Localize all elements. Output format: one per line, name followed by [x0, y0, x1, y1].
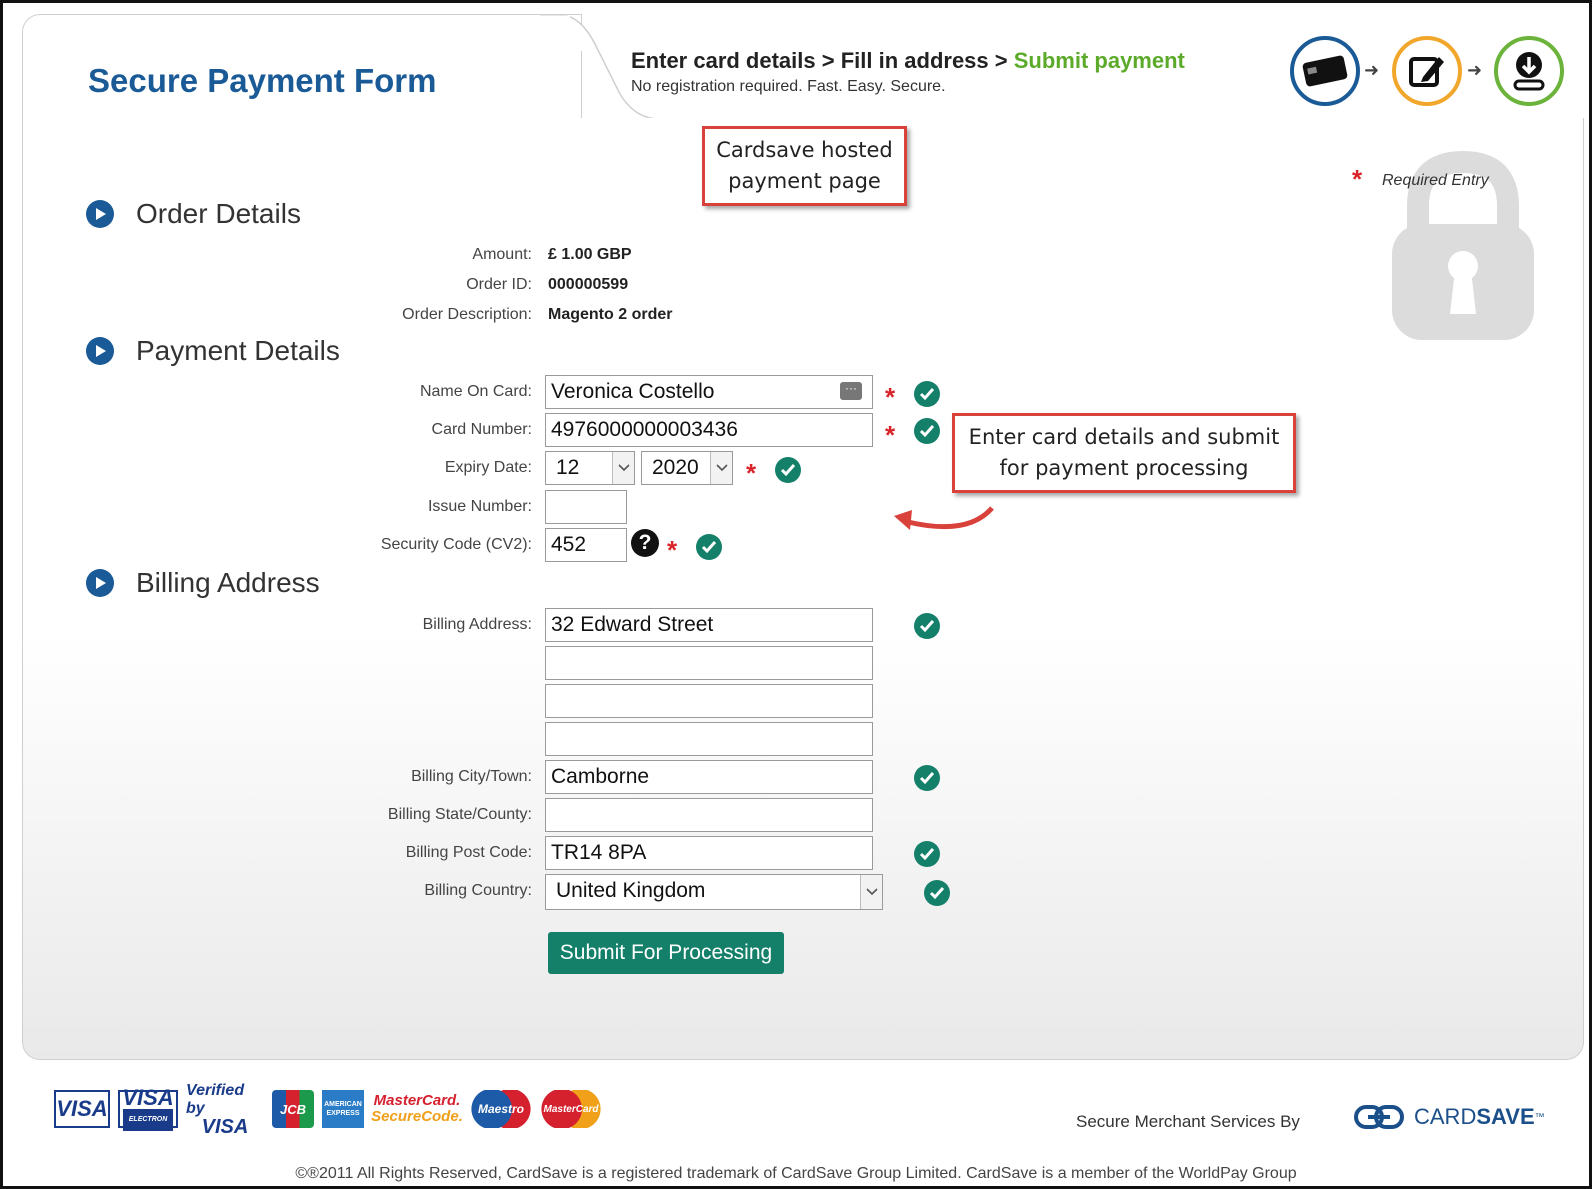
progress-steps: Enter card details > Fill in address > S… — [631, 48, 1185, 73]
required-star: * — [885, 382, 896, 412]
required-star: * — [1352, 164, 1363, 194]
billing-city-input[interactable] — [545, 760, 873, 794]
cardsave-mark-icon — [1354, 1105, 1404, 1129]
visa-electron-logo: VISA ELECTRON — [118, 1087, 178, 1131]
maestro-logo: Maestro — [470, 1090, 532, 1128]
billing-address-label: Billing Address: — [422, 616, 532, 633]
arrow-right-icon: ➜ — [1364, 60, 1380, 80]
chevron-down-icon — [710, 452, 732, 484]
amex-logo: AMERICAN EXPRESS — [322, 1090, 364, 1128]
page-title: Secure Payment Form — [88, 62, 437, 99]
issue-number-input[interactable] — [545, 490, 627, 524]
step-submit-payment: Submit payment — [1013, 48, 1185, 73]
name-on-card-input[interactable] — [545, 375, 873, 409]
section-title: Payment Details — [136, 335, 340, 366]
hosted-page-callout: Cardsave hosted payment page — [702, 126, 907, 206]
billing-address-line1-input[interactable] — [545, 608, 873, 642]
autofill-icon[interactable]: ··· — [840, 382, 862, 400]
required-entry-note: Required Entry — [1382, 172, 1489, 189]
mastercard-securecode-logo: MasterCard. SecureCode. — [371, 1092, 463, 1125]
name-on-card-label: Name On Card: — [419, 383, 532, 400]
check-circle-icon — [696, 534, 722, 560]
chevron-down-icon — [612, 452, 634, 484]
steps-subtitle: No registration required. Fast. Easy. Se… — [631, 78, 946, 95]
check-circle-icon — [914, 418, 940, 444]
billing-state-input[interactable] — [545, 798, 873, 832]
billing-address-line3-input[interactable] — [545, 684, 873, 718]
copyright-text: ©®2011 All Rights Reserved, CardSave is … — [295, 1165, 1297, 1182]
card-number-input[interactable] — [545, 413, 873, 447]
section-order-details: Order Details — [86, 198, 301, 230]
billing-postcode-input[interactable] — [545, 836, 873, 870]
arrow-right-icon: ➜ — [1467, 60, 1483, 80]
check-circle-icon — [914, 765, 940, 791]
billing-country-label: Billing Country: — [424, 882, 532, 899]
billing-country-select[interactable]: United Kingdom — [545, 874, 883, 910]
billing-postcode-label: Billing Post Code: — [405, 844, 532, 861]
check-circle-icon — [775, 457, 801, 483]
secure-merchant-text: Secure Merchant Services By — [1076, 1112, 1300, 1131]
card-number-label: Card Number: — [431, 421, 532, 438]
play-circle-icon — [86, 569, 114, 597]
amount-label: Amount: — [472, 246, 532, 263]
card-logos: VISA VISA ELECTRON Verified by VISA JCB AM… — [54, 1082, 602, 1138]
curved-arrow-icon — [894, 506, 994, 530]
billing-city-label: Billing City/Town: — [411, 768, 532, 785]
expiry-date-label: Expiry Date: — [444, 459, 532, 476]
play-circle-icon — [86, 337, 114, 365]
order-description-value: Magento 2 order — [548, 306, 673, 323]
verified-by-visa-logo: Verified by VISA — [186, 1082, 249, 1138]
amount-value: £ 1.00 GBP — [548, 246, 632, 263]
expiry-month-select[interactable]: 12 — [545, 451, 635, 485]
section-title: Order Details — [136, 198, 301, 229]
required-star: * — [885, 420, 896, 450]
security-code-input[interactable] — [545, 528, 627, 562]
check-circle-icon — [914, 613, 940, 639]
submit-for-processing-button[interactable]: Submit For Processing — [548, 932, 784, 974]
section-title: Billing Address — [136, 567, 320, 598]
billing-state-label: Billing State/County: — [387, 806, 532, 823]
order-id-label: Order ID: — [466, 276, 532, 293]
billing-address-line4-input[interactable] — [545, 722, 873, 756]
billing-address-line2-input[interactable] — [545, 646, 873, 680]
mastercard-logo: MasterCard — [540, 1090, 602, 1128]
required-star: * — [667, 535, 678, 565]
check-circle-icon — [914, 841, 940, 867]
visa-logo: VISA — [54, 1090, 110, 1128]
cardsave-logo: CARD SAVE ™ — [1354, 1104, 1545, 1130]
section-payment-details: Payment Details — [86, 335, 340, 367]
expiry-year-select[interactable]: 2020 — [641, 451, 733, 485]
jcb-logo: JCB — [272, 1090, 314, 1128]
enter-details-callout: Enter card details and submit for paymen… — [952, 413, 1296, 493]
help-icon[interactable]: ? — [631, 529, 659, 557]
security-code-label: Security Code (CV2): — [380, 536, 532, 553]
order-description-label: Order Description: — [402, 306, 532, 323]
step-card-details: Enter card details — [631, 48, 816, 73]
issue-number-label: Issue Number: — [427, 498, 532, 515]
download-icon — [1494, 36, 1564, 106]
step-fill-address: Fill in address — [840, 48, 989, 73]
play-circle-icon — [86, 200, 114, 228]
check-circle-icon — [914, 381, 940, 407]
check-circle-icon — [924, 880, 950, 906]
card-icon — [1290, 36, 1360, 106]
required-star: * — [746, 458, 757, 488]
edit-icon — [1392, 36, 1462, 106]
chevron-down-icon — [860, 875, 882, 909]
section-billing-address: Billing Address — [86, 567, 320, 599]
order-id-value: 000000599 — [548, 276, 629, 293]
